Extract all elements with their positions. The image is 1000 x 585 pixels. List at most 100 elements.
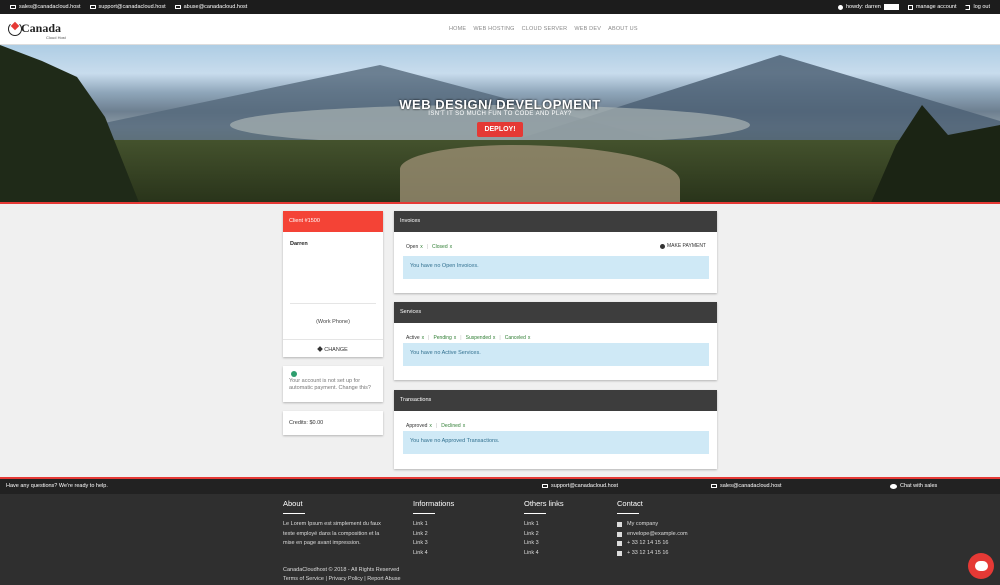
phone-icon [617,541,622,547]
tab-open[interactable]: Open x [406,244,423,250]
close-icon[interactable]: x [422,335,425,341]
make-payment-button[interactable]: MAKE PAYMENT [660,243,706,249]
hero-banner: WEB DESIGN/ DEVELOPMENT ISN'T IT SO MUCH… [0,45,1000,203]
contact-fax: + 33 12 14 15 16 [617,549,688,559]
client-card: Client #1500 Darren (Work Phone) CHANGE [283,211,383,357]
contact-phone: + 33 12 14 15 16 [617,539,688,549]
main-nav: HOME WEB HOSTING CLOUD SERVER WEB DEV AB… [449,26,638,32]
contact-company: My company [617,520,688,530]
tab-label[interactable]: Pending [433,335,451,341]
logo[interactable]: Canada Cloud Host [8,20,70,40]
tab-label[interactable]: Closed [432,244,448,250]
close-icon[interactable]: x [450,244,453,250]
envelope-icon [711,483,717,489]
footer-link[interactable]: Link 1 [524,520,564,530]
footer-link[interactable]: Link 4 [524,549,564,559]
logout-text[interactable]: log out [973,4,990,10]
footer-link[interactable]: Link 2 [413,530,454,540]
tab-label[interactable]: Approved [406,423,427,429]
close-icon[interactable]: x [454,335,457,341]
logo-subtext: Cloud Host [46,35,66,40]
client-phone: (Work Phone) [316,319,350,325]
hero-subtitle: ISN'T IT SO MUCH FUN TO CODE AND PLAY? [428,111,572,117]
footer-link[interactable]: Link 2 [524,530,564,540]
tab-pending[interactable]: Pending x [433,335,456,341]
footer-link[interactable]: Link 3 [524,539,564,549]
tab-label[interactable]: Open [406,244,418,250]
tab-suspended[interactable]: Suspended x [466,335,496,341]
envelope-icon [617,531,622,537]
services-title: Services [394,302,717,323]
envelope-icon [542,483,548,489]
sales-email-link[interactable]: sales@canadacloud.host [10,4,81,10]
deploy-button[interactable]: DEPLOY! [477,122,523,137]
client-id: Client #1500 [283,211,383,232]
tab-active[interactable]: Active x [406,335,424,341]
nav-web-hosting[interactable]: WEB HOSTING [473,26,514,32]
close-icon[interactable]: x [493,335,496,341]
footer-link[interactable]: Link 3 [413,539,454,549]
services-notice: You have no Active Services. [403,343,709,366]
credits-card: Credits: $0.00 [283,411,383,435]
nav-home[interactable]: HOME [449,26,466,32]
footer-about-title: About [283,499,303,508]
support-email-link[interactable]: support@canadacloud.host [89,4,166,10]
tab-declined[interactable]: Declined x [441,423,465,429]
chat-fab-button[interactable] [968,553,994,579]
tab-label[interactable]: Suspended [466,335,491,341]
close-icon[interactable]: x [429,423,432,429]
make-payment-label[interactable]: MAKE PAYMENT [667,243,706,249]
contact-phone-text: + 33 12 14 15 16 [627,540,669,546]
manage-account-text[interactable]: manage account [916,4,957,10]
change-label[interactable]: CHANGE [324,347,348,353]
contact-email[interactable]: envelope@example.com [617,530,688,540]
nav-cloud-server[interactable]: CLOUD SERVER [522,26,568,32]
abuse-email-text[interactable]: abuse@canadacloud.host [184,4,248,10]
tab-closed[interactable]: Closed x [432,244,452,250]
chat-link[interactable]: Chat with sales [890,483,937,489]
tab-label[interactable]: Declined [441,423,460,429]
footer-link[interactable]: Link 1 [413,520,454,530]
sales-email-text[interactable]: sales@canadacloud.host [720,483,782,489]
close-icon[interactable]: x [528,335,531,341]
support-email-link[interactable]: support@canadacloud.host [542,483,618,489]
divider [524,513,546,514]
support-email-text[interactable]: support@canadacloud.host [99,4,166,10]
copyright-text: CanadaCloudhost © 2018 - All Rights Rese… [283,567,400,573]
chat-icon [890,483,897,489]
dashboard-main: Client #1500 Darren (Work Phone) CHANGE … [0,204,1000,477]
sales-email-text[interactable]: sales@canadacloud.host [19,4,81,10]
change-button[interactable]: CHANGE [283,346,383,353]
chat-bubble-icon [974,561,988,571]
tab-canceled[interactable]: Canceled x [505,335,531,341]
printer-icon [617,550,622,556]
terms-link[interactable]: Terms of Service [283,576,324,582]
close-icon[interactable]: x [420,244,423,250]
footer-link[interactable]: Link 4 [413,549,454,559]
tab-label[interactable]: Active [406,335,420,341]
report-abuse-link[interactable]: Report Abuse [367,576,400,582]
logout-link[interactable]: log out [965,4,990,10]
privacy-link[interactable]: Privacy Policy [328,576,362,582]
sales-email-link[interactable]: sales@canadacloud.host [711,483,782,489]
chat-text[interactable]: Chat with sales [900,483,937,489]
close-icon[interactable]: x [463,423,466,429]
envelope-icon [174,4,181,10]
hero-title: WEB DESIGN/ DEVELOPMENT [399,97,601,112]
manage-account-link[interactable]: manage account [907,4,957,10]
tab-approved[interactable]: Approved x [406,423,432,429]
support-email-text[interactable]: support@canadacloud.host [551,483,618,489]
tab-separator: | [428,335,430,341]
autopay-notice[interactable]: Your account is not set up for automatic… [289,378,379,391]
contact-email-text[interactable]: envelope@example.com [627,530,688,540]
tab-label[interactable]: Canceled [505,335,526,341]
top-bar: sales@canadacloud.host support@canadaclo… [0,0,1000,14]
nav-web-dev[interactable]: WEB DEV [574,26,601,32]
abuse-email-link[interactable]: abuse@canadacloud.host [174,4,248,10]
divider [290,303,376,304]
nav-about-us[interactable]: ABOUT US [608,26,638,32]
envelope-icon [10,4,16,10]
payment-icon [660,243,665,249]
site-footer: About Le Lorem Ipsum est simplement du f… [0,494,1000,585]
logout-icon [965,4,971,10]
